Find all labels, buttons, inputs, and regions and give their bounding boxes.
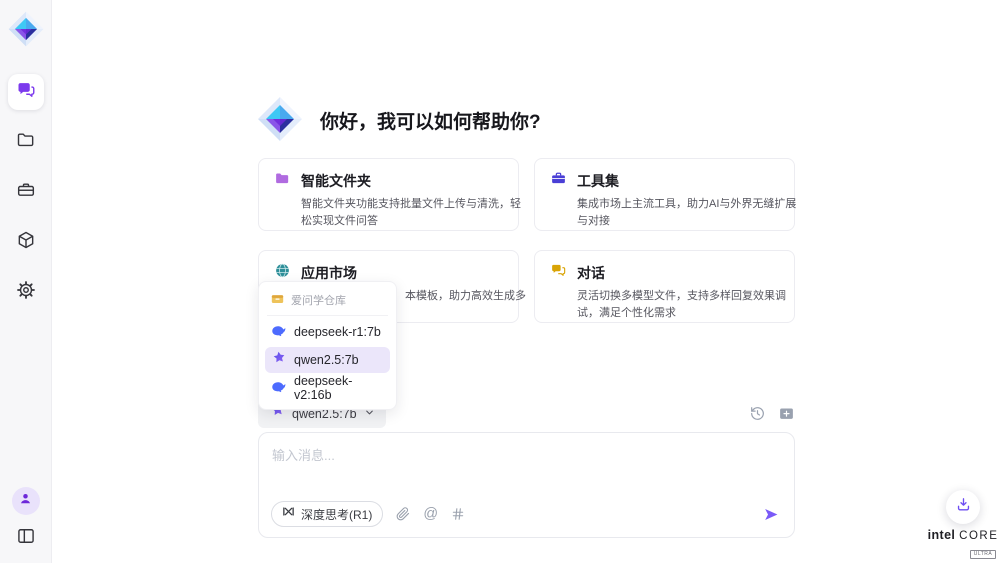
sidebar-item-chat[interactable]	[8, 74, 44, 110]
composer-toolbar: 深度思考(R1) @	[271, 501, 781, 527]
deep-think-icon	[282, 505, 295, 523]
message-input[interactable]	[272, 445, 781, 485]
cube-icon	[16, 230, 36, 255]
deep-think-label: 深度思考(R1)	[301, 506, 372, 523]
app-window: 你好，我可以如何帮助你? 智能文件夹 智能文件夹功能支持批量文件上传与清洗，轻松…	[0, 0, 1000, 563]
model-option-label: qwen2.5:7b	[294, 353, 359, 367]
divider	[267, 315, 388, 316]
gear-icon	[16, 280, 36, 305]
sidebar-item-models[interactable]	[8, 224, 44, 260]
paperclip-icon[interactable]	[396, 507, 410, 521]
new-chat-icon[interactable]	[778, 405, 795, 422]
folder-icon	[274, 170, 291, 192]
download-button[interactable]	[946, 490, 980, 524]
collapse-sidebar-button[interactable]	[8, 523, 44, 553]
sidebar	[0, 0, 52, 563]
sidebar-item-folders[interactable]	[8, 124, 44, 160]
deepseek-whale-icon	[271, 379, 286, 397]
app-logo-icon	[5, 8, 47, 50]
card-title: 智能文件夹	[301, 171, 371, 191]
deep-think-toggle[interactable]: 深度思考(R1)	[271, 501, 383, 527]
sidebar-nav	[8, 74, 44, 310]
model-option-qwen[interactable]: qwen2.5:7b	[265, 347, 390, 373]
card-desc: 灵活切换多模型文件，支持多样回复效果调试，满足个性化需求	[577, 288, 799, 322]
chat-bubbles-icon	[550, 262, 567, 284]
page-title: 你好，我可以如何帮助你?	[320, 107, 541, 134]
toolbox-icon	[550, 170, 567, 192]
sidebar-item-toolbox[interactable]	[8, 174, 44, 210]
greeting-logo-icon	[256, 95, 304, 143]
card-toolset[interactable]: 工具集 集成市场上主流工具，助力AI与外界无缝扩展与对接	[534, 158, 795, 231]
model-option-label: deepseek-r1:7b	[294, 325, 381, 339]
briefcase-icon	[16, 180, 36, 205]
ultra-badge: ultra	[970, 550, 997, 559]
card-conversation[interactable]: 对话 灵活切换多模型文件，支持多样回复效果调试，满足个性化需求	[534, 250, 795, 323]
sidebar-bottom	[8, 487, 44, 553]
card-title: 对话	[577, 263, 605, 283]
archive-box-icon	[271, 292, 284, 308]
download-icon	[955, 496, 972, 518]
panel-layout-icon	[16, 526, 36, 551]
model-option-label: deepseek-v2:16b	[294, 374, 384, 402]
card-title: 工具集	[577, 171, 619, 191]
core-wordmark: core	[959, 530, 998, 542]
model-dropdown: 爱问学仓库 deepseek-r1:7b qwen2.5:7b	[258, 281, 397, 410]
model-option-deepseek-r1[interactable]: deepseek-r1:7b	[265, 319, 390, 345]
send-icon[interactable]	[762, 505, 781, 524]
hash-icon[interactable]	[451, 507, 465, 521]
chat-actions	[749, 405, 795, 422]
deepseek-whale-icon	[271, 323, 286, 341]
user-avatar[interactable]	[12, 487, 40, 515]
card-smart-folder[interactable]: 智能文件夹 智能文件夹功能支持批量文件上传与清洗，轻松实现文件问答	[258, 158, 519, 231]
model-option-deepseek-v2[interactable]: deepseek-v2:16b	[265, 375, 390, 401]
user-icon	[18, 491, 33, 511]
intel-wordmark: intel	[928, 528, 956, 542]
model-repo-label: 爱问学仓库	[291, 292, 346, 308]
sidebar-item-settings[interactable]	[8, 274, 44, 310]
folder-icon	[16, 130, 36, 155]
message-composer: 深度思考(R1) @	[258, 432, 795, 538]
card-desc: 智能文件夹功能支持批量文件上传与清洗，轻松实现文件问答	[301, 196, 523, 230]
card-desc: 集成市场上主流工具，助力AI与外界无缝扩展与对接	[577, 196, 799, 230]
model-dropdown-header: 爱问学仓库	[265, 288, 390, 315]
history-icon[interactable]	[749, 405, 766, 422]
card-title: 应用市场	[301, 263, 357, 283]
intel-core-badge: intel core ultra	[926, 528, 1000, 560]
mention-icon[interactable]: @	[423, 506, 438, 522]
qwen-icon	[271, 351, 286, 369]
chat-icon	[16, 80, 36, 105]
